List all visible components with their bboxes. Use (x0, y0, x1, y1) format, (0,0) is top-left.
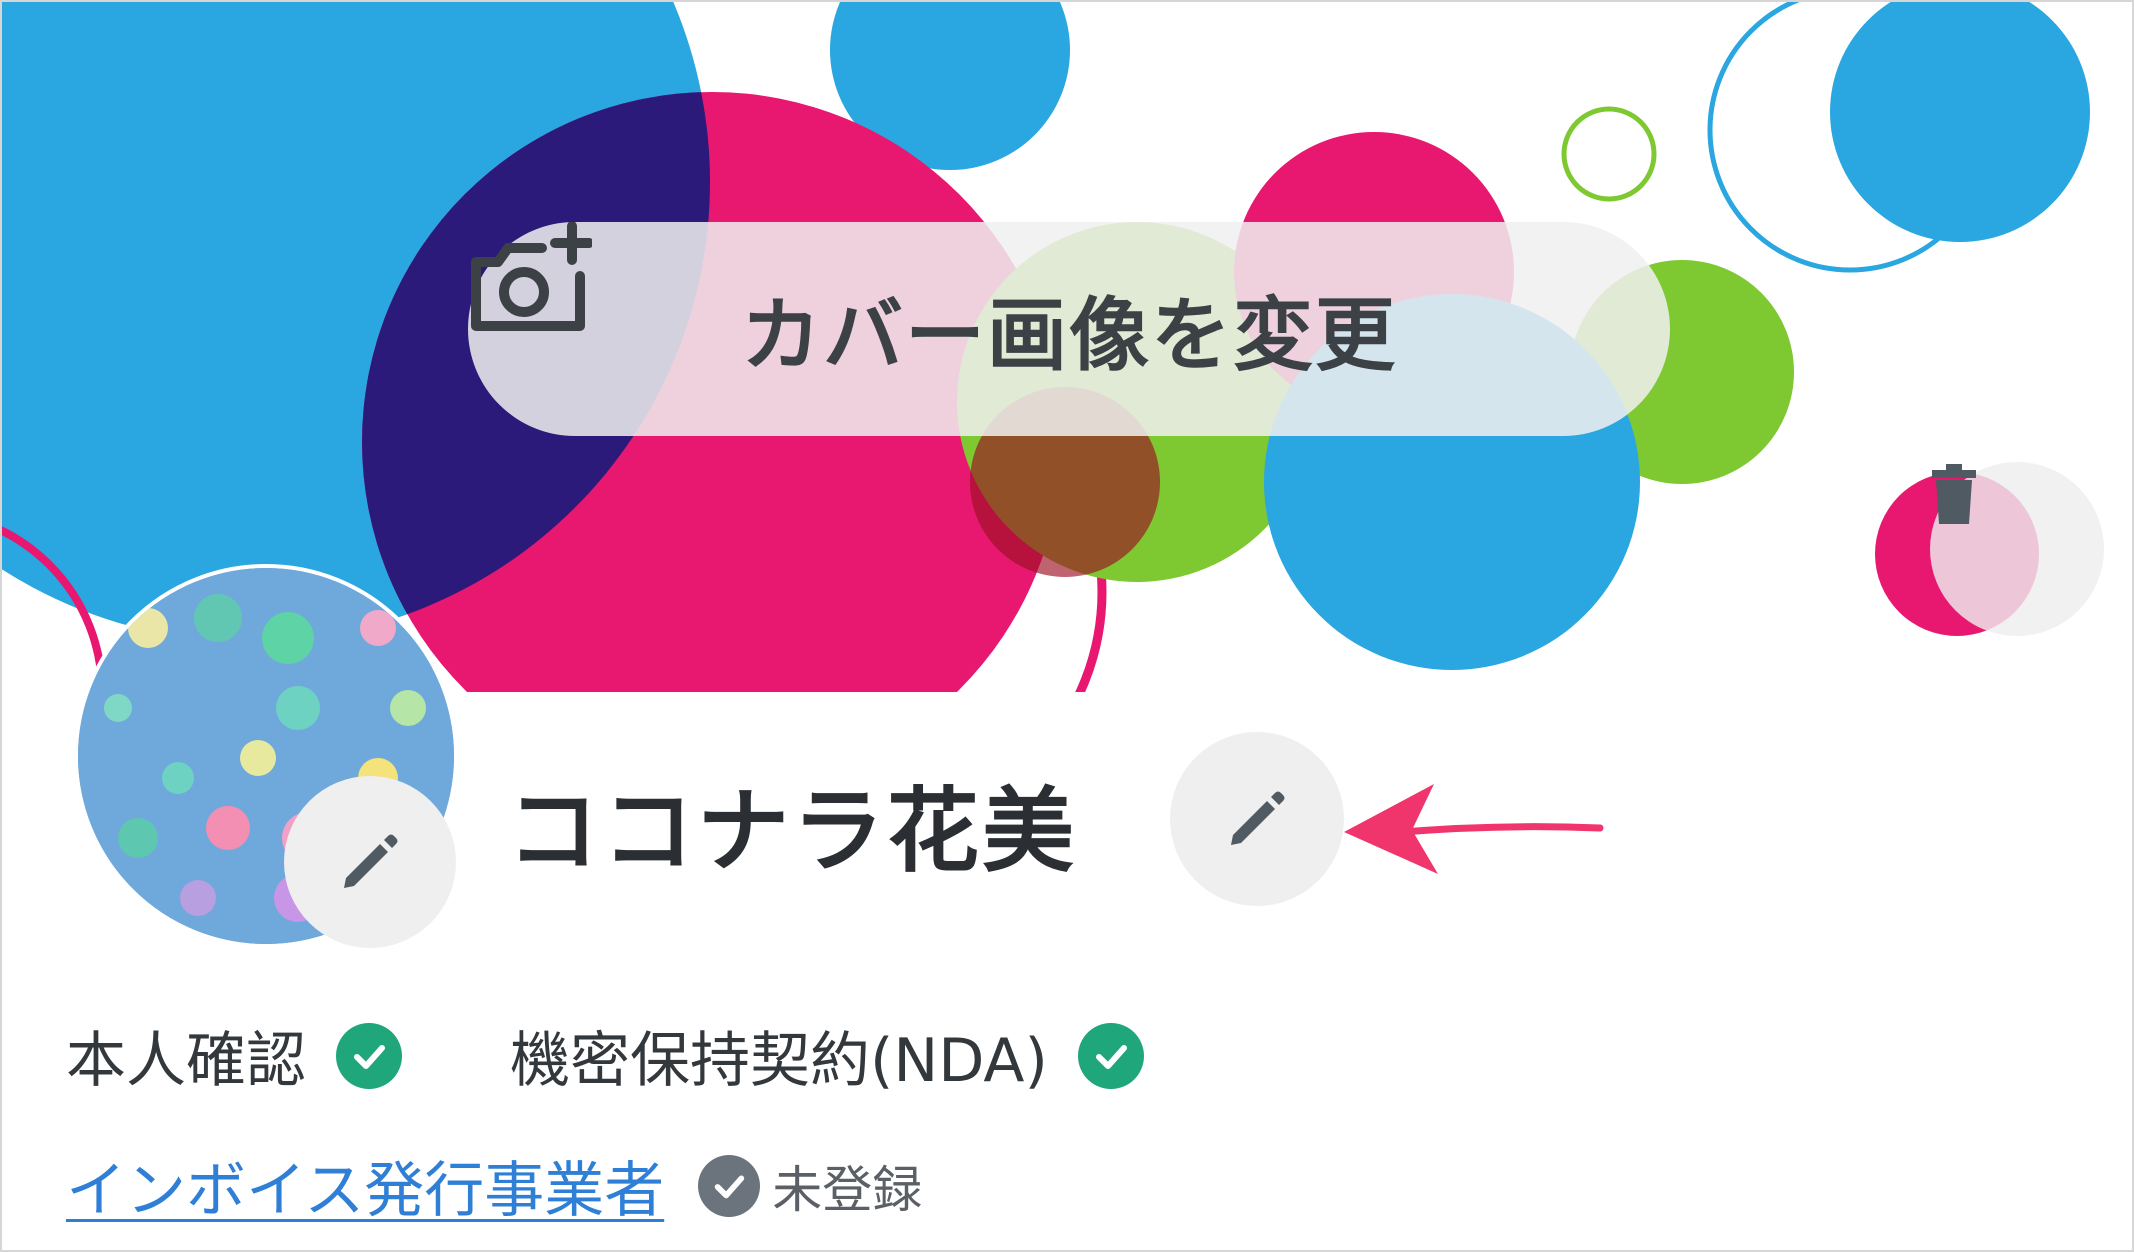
identity-verification-label: 本人確認 (66, 1026, 306, 1096)
check-circle-icon (1077, 1022, 1144, 1089)
change-cover-button[interactable]: カバー画像を変更 (468, 222, 1670, 436)
pencil-icon (344, 834, 398, 888)
verification-row: 本人確認 機密保持契約(NDA) (66, 1012, 1144, 1099)
edit-avatar-button[interactable] (284, 776, 456, 948)
change-cover-label: カバー画像を変更 (741, 289, 1397, 382)
invoice-row: インボイス発行事業者 未登録 (66, 1142, 922, 1229)
annotation-arrow (1344, 784, 1604, 874)
invoice-issuer-link[interactable]: インボイス発行事業者 (66, 1142, 664, 1229)
identity-verification: 本人確認 (66, 1012, 402, 1099)
check-circle-icon (336, 1022, 402, 1089)
profile-header: カバー画像を変更 ココナラ花美 本人確認 機密保持契約(NDA) インボイス発行… (0, 0, 2134, 1252)
add-photo-camera-icon (471, 222, 592, 331)
pencil-icon (1231, 791, 1285, 845)
check-circle-icon (698, 1154, 761, 1217)
edit-name-button[interactable] (1170, 732, 1344, 906)
user-name: ココナラ花美 (507, 778, 1078, 885)
nda-verification: 機密保持契約(NDA) (510, 1012, 1144, 1099)
trash-icon (1932, 464, 1976, 524)
nda-verification-label: 機密保持契約(NDA) (510, 1026, 1048, 1096)
invoice-status: 未登録 (772, 1160, 923, 1219)
delete-cover-button[interactable] (1930, 462, 2104, 636)
